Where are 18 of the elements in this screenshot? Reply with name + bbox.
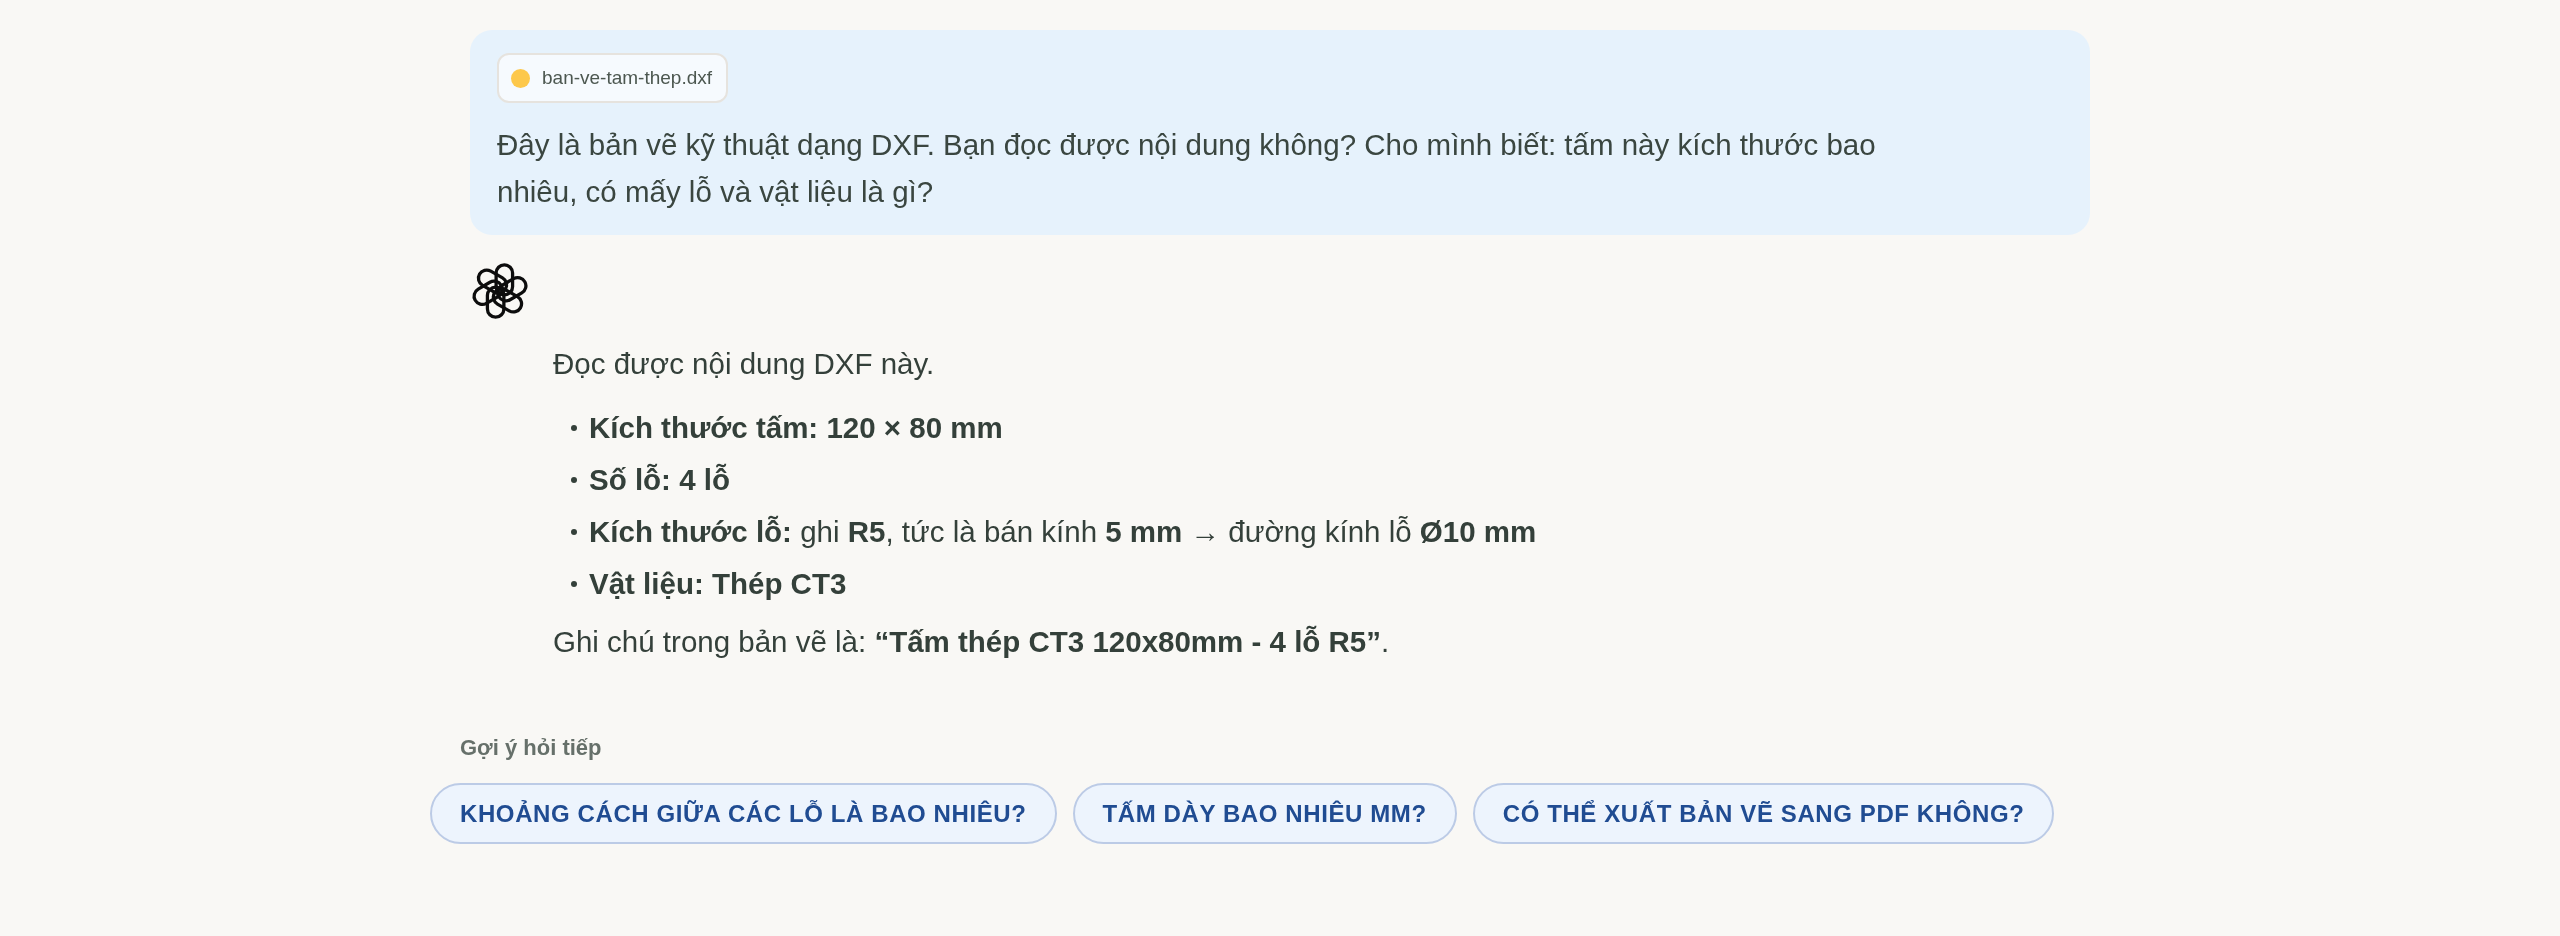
list-item-text: Kích thước lỗ: ghi R5, tức là bán kính 5 mm → đường kính lỗ Ø10 mm — [589, 513, 1537, 550]
suggestion-chip[interactable]: CÓ THỂ XUẤT BẢN VẼ SANG PDF KHÔNG? — [1472, 783, 2055, 844]
list-item-text: Vật liệu: Thép CT3 — [589, 565, 847, 602]
answer-paragraph: Ghi chú trong bản vẽ là: “Tấm thép CT3 120x80mm - 4 lỗ R5”. — [553, 624, 1391, 660]
suggestion-chip[interactable]: KHOẢNG CÁCH GIỮA CÁC LỖ LÀ BAO NHIÊU? — [430, 783, 1057, 844]
list-item-text: Số lỗ: 4 lỗ — [589, 461, 730, 498]
dot-icon — [511, 68, 530, 88]
user-message-text: Đây là bản vẽ kỹ thuật dạng DXF. Bạn đọc được nội dung không? Cho mình biết: tấm này kích thước bao nhiêu, có mấy lỗ và vật liệu là gì? — [497, 127, 1877, 210]
bullet-icon — [571, 476, 577, 483]
bullet-icon — [571, 424, 577, 431]
bullet-icon — [571, 580, 577, 587]
suggestions-heading: Gợi ý hỏi tiếp — [460, 735, 602, 761]
suggestion-chip[interactable]: TẤM DÀY BAO NHIÊU MM? — [1072, 783, 1457, 844]
knot-logo-icon — [470, 261, 530, 321]
file-attachment-chip[interactable]: ban-ve-tam-thep.dxf — [497, 53, 729, 103]
answer-paragraph: Đọc được nội dung DXF này. — [553, 346, 936, 382]
bullet-icon — [571, 528, 577, 535]
list-item-text: Kích thước tấm: 120 × 80 mm — [589, 409, 1003, 446]
